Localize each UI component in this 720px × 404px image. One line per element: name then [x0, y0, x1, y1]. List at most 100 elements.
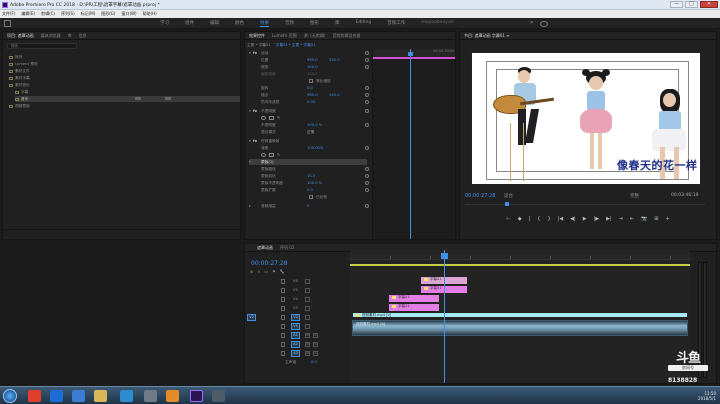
eye-icon[interactable] — [305, 324, 310, 329]
lock-icon[interactable] — [281, 297, 285, 302]
workspace-learn[interactable]: 学习 — [160, 20, 169, 27]
reset-icon[interactable] — [365, 188, 369, 192]
eye-icon[interactable] — [305, 297, 310, 302]
timeline-timecode[interactable]: 00:00:27:28 — [251, 260, 288, 267]
sequence-clip-label[interactable]: 字幕01 * 主要 * 字幕01 — [276, 43, 316, 48]
collapse-icon[interactable]: ▾ — [249, 159, 251, 165]
export-frame-icon[interactable]: 📷 — [641, 216, 647, 222]
timeline-clip-subtitle[interactable]: 字幕01 — [388, 303, 440, 312]
menu-file[interactable]: 文件(F) — [2, 11, 15, 17]
reset-icon[interactable] — [365, 146, 369, 150]
menu-edit[interactable]: 编辑(E) — [21, 11, 35, 17]
workspace-audio-work[interactable]: 音频工作 — [387, 20, 405, 27]
tab-sequence-main[interactable]: 遮罩动画 — [257, 245, 273, 251]
eye-icon[interactable] — [305, 288, 310, 293]
app-icon[interactable] — [144, 390, 157, 402]
timeline-tracks-area[interactable]: 字幕01 字幕01 字幕01 字幕01 视频素材.mp4 [V] 视频素材.mp… — [350, 250, 690, 383]
lock-icon[interactable] — [281, 351, 285, 356]
project-search-input[interactable]: 搜索 — [7, 43, 77, 49]
mask-item-selected[interactable]: ▾ 蒙版(1) — [249, 159, 367, 165]
effect-controls-timeline[interactable]: 00:00:30:00 — [372, 49, 455, 239]
play-button[interactable]: ▶ — [583, 216, 587, 222]
fx-icon[interactable]: fx — [253, 138, 257, 144]
maximize-button[interactable]: □ — [685, 1, 698, 8]
step-back-icon[interactable]: ◀| — [570, 216, 576, 222]
timeline-ruler[interactable] — [350, 250, 690, 260]
playhead-handle[interactable] — [408, 52, 413, 56]
track-header-v3[interactable]: V3 — [269, 304, 349, 313]
fx-icon[interactable]: fx — [253, 108, 257, 114]
project-item[interactable]: Lumetri 预设 — [9, 61, 240, 67]
reset-icon[interactable] — [365, 86, 369, 90]
lock-icon[interactable] — [281, 342, 285, 347]
step-forward-icon[interactable]: |▶ — [594, 216, 600, 222]
ellipse-mask-icon[interactable] — [261, 116, 266, 120]
reset-icon[interactable] — [365, 174, 369, 178]
lock-icon[interactable] — [281, 315, 285, 320]
minimize-button[interactable]: — — [670, 1, 683, 8]
solo-button[interactable]: S — [313, 342, 318, 347]
wechat-icon[interactable] — [72, 390, 85, 402]
reset-icon[interactable] — [365, 167, 369, 171]
program-video-frame[interactable]: 像春天的花一样 — [470, 51, 702, 186]
workspace-assembly[interactable]: 组件 — [185, 20, 194, 27]
workspace-editing-en[interactable]: Editing — [356, 20, 372, 27]
workspace-libraries[interactable]: 库 — [335, 20, 340, 27]
lock-icon[interactable] — [281, 279, 285, 284]
project-item-selected[interactable]: 音乐 — [15, 96, 240, 102]
system-clock[interactable]: 11:50 2018/5/1 — [698, 391, 716, 401]
track-header-v5[interactable]: V5 — [269, 286, 349, 295]
timeline-playhead[interactable] — [444, 250, 445, 383]
workspace-editing[interactable]: 编辑 — [210, 20, 219, 27]
effect-section-motion[interactable]: ▾ fx 运动 — [249, 50, 369, 56]
pen-mask-icon[interactable]: ✎ — [277, 115, 280, 121]
fx-icon[interactable]: fx — [253, 50, 257, 56]
collapse-icon[interactable]: ▸ — [249, 203, 251, 209]
project-item[interactable]: 视频蒙版 — [9, 103, 240, 109]
app-icon[interactable] — [166, 390, 179, 402]
playback-resolution-select[interactable]: 完整 — [630, 193, 639, 199]
home-icon[interactable] — [4, 20, 11, 27]
program-monitor-title[interactable]: 节目: 遮罩动画 字幕01 ≡ — [464, 33, 510, 39]
collapse-icon[interactable]: ▾ — [249, 50, 251, 56]
tab-media-browser[interactable]: 媒体浏览器 — [41, 33, 61, 39]
track-header-v4[interactable]: V4 — [269, 295, 349, 304]
rectangle-mask-icon[interactable] — [269, 153, 274, 157]
close-button[interactable]: ✕ — [700, 1, 718, 8]
rectangle-mask-icon[interactable] — [269, 116, 274, 120]
tab-lumetri-scopes[interactable]: Lumetri 范围 — [272, 33, 297, 39]
eye-icon[interactable] — [305, 279, 310, 284]
solo-button[interactable]: S — [313, 333, 318, 338]
source-clip-label[interactable]: 主要 * 字幕01 — [247, 43, 271, 48]
track-header-v1[interactable]: V1 — [247, 322, 327, 331]
project-item[interactable]: 素材字幕 — [9, 75, 240, 81]
keyframe-icon[interactable]: ◆ — [518, 216, 522, 222]
app-icon[interactable] — [212, 390, 225, 402]
uniform-scale-checkbox[interactable] — [309, 79, 313, 83]
timeline-settings-icon[interactable]: 🔧 — [280, 269, 285, 274]
track-header-v2[interactable]: V2 V2 — [247, 313, 327, 322]
start-button[interactable] — [3, 389, 17, 403]
go-to-out-icon[interactable]: ▶| — [606, 216, 612, 222]
mute-button[interactable]: M — [305, 351, 310, 356]
reset-icon[interactable] — [365, 123, 369, 127]
mute-button[interactable]: M — [305, 342, 310, 347]
tab-source[interactable]: 源: (无剪辑) — [304, 33, 326, 39]
pen-mask-icon[interactable]: ✎ — [277, 152, 280, 158]
timeline-clip-video[interactable]: 视频素材.mp4 [V] — [352, 312, 688, 318]
work-area-bar[interactable] — [350, 264, 690, 266]
snap-icon[interactable]: ⊕ — [250, 269, 253, 274]
reset-icon[interactable] — [365, 51, 369, 55]
search-icon[interactable] — [540, 21, 548, 27]
workspace-custom[interactable]: Hapjoobaoyan — [421, 20, 453, 27]
track-header-a1[interactable]: A1 M S — [247, 331, 327, 340]
comparison-view-icon[interactable]: ⊞ — [654, 216, 658, 222]
project-item[interactable]: 素材文件 — [9, 68, 240, 74]
tab-info[interactable]: 信息 — [79, 33, 87, 39]
extract-icon[interactable]: ⇤ — [630, 216, 634, 222]
solo-button[interactable]: S — [313, 351, 318, 356]
lock-icon[interactable] — [281, 333, 285, 338]
tab-project[interactable]: 项目: 遮罩动画 — [7, 33, 34, 39]
lock-icon[interactable] — [281, 306, 285, 311]
menu-sequence[interactable]: 序列(S) — [61, 11, 75, 17]
